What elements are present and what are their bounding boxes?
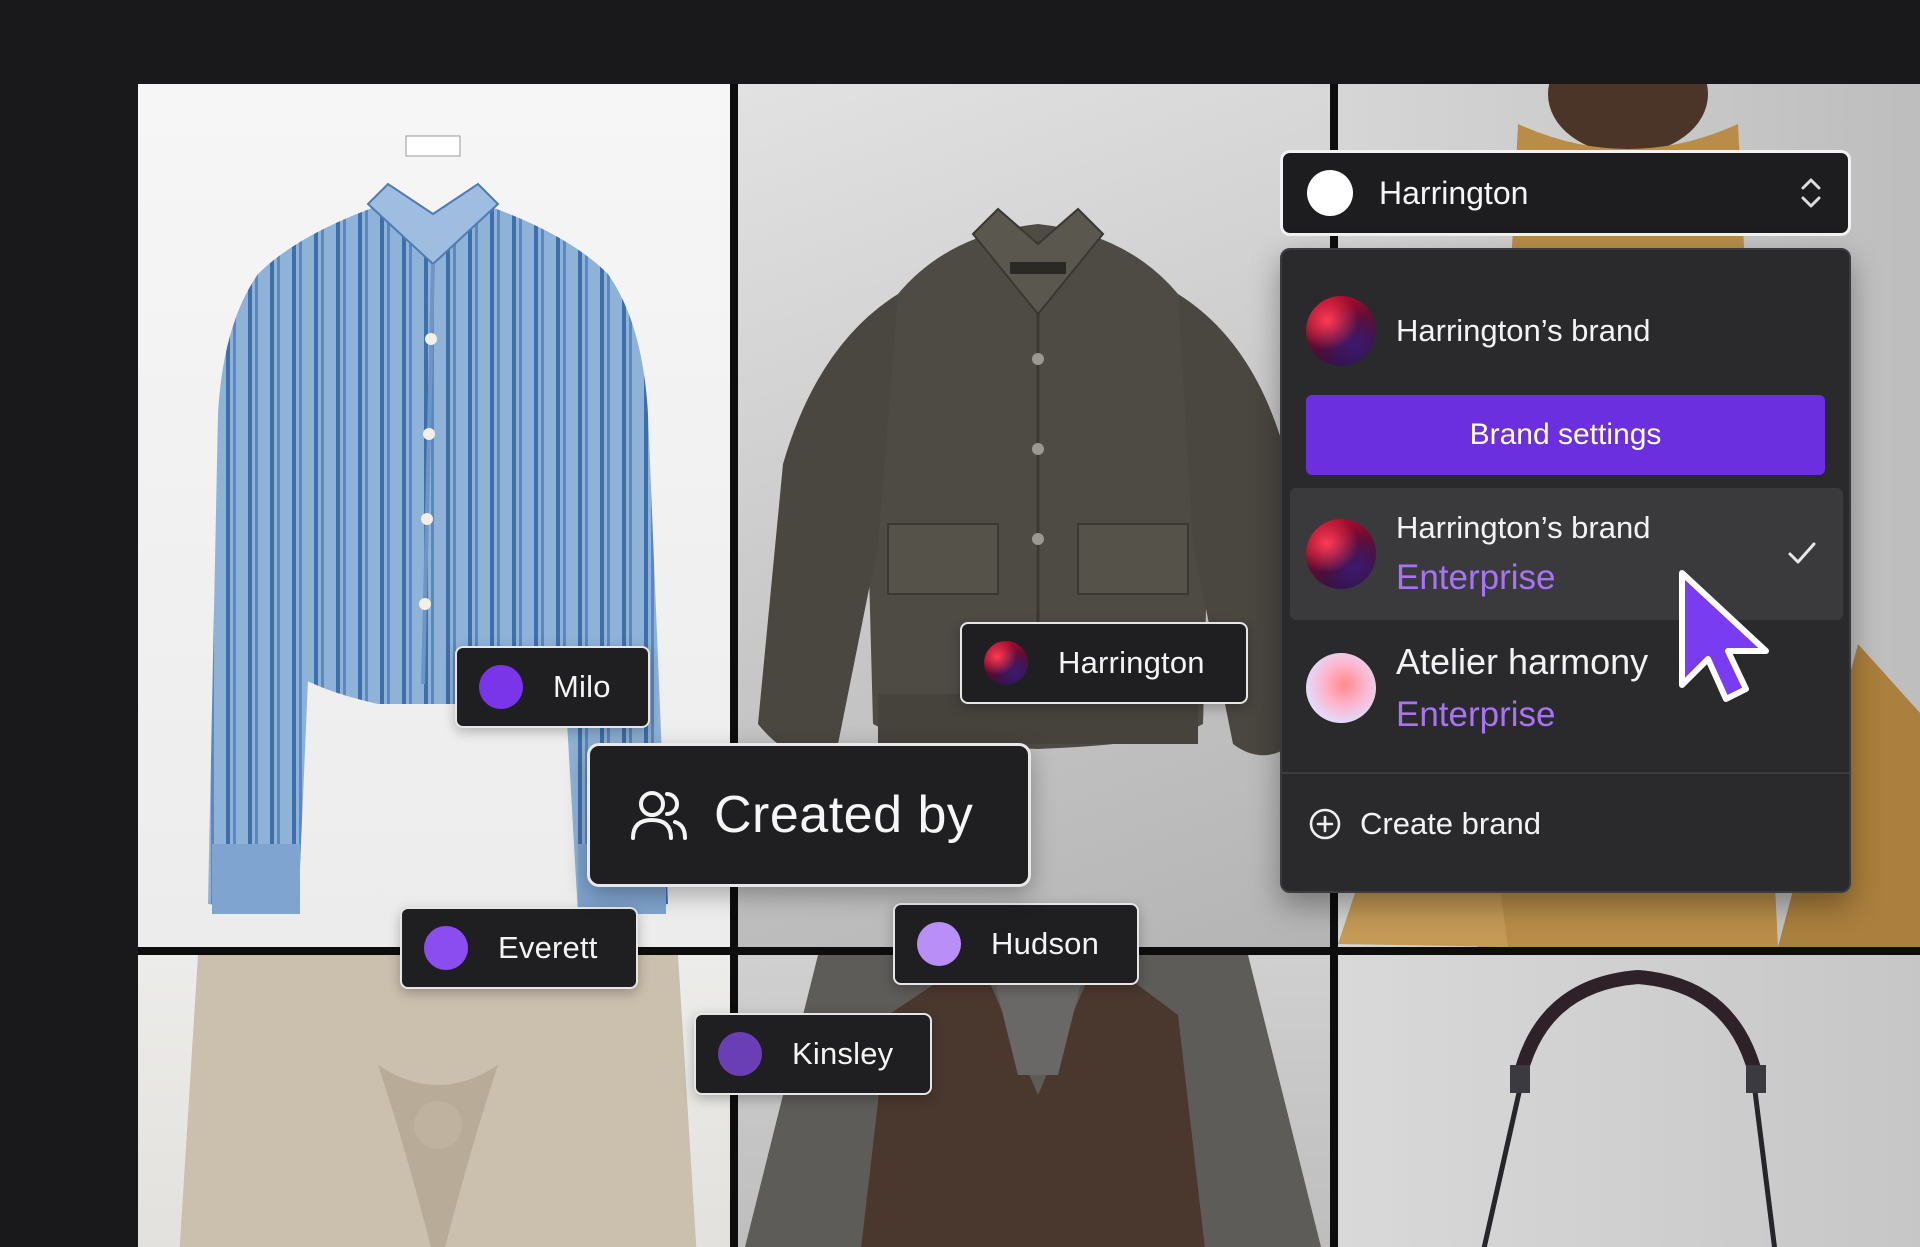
user-tag-harrington[interactable]: Harrington [960, 622, 1248, 704]
created-by-filter[interactable]: Created by [587, 743, 1031, 887]
brand-selector[interactable]: Harrington [1280, 150, 1851, 236]
product-image-brown-dress[interactable] [738, 955, 1330, 1247]
user-avatar-dot [917, 922, 961, 966]
brand-settings-button[interactable]: Brand settings [1306, 395, 1825, 475]
created-by-label: Created by [714, 786, 974, 844]
brand-option-plan: Enterprise [1396, 695, 1556, 734]
brand-option-name: Harrington’s brand [1396, 510, 1651, 545]
menu-divider [1282, 772, 1849, 774]
brand-color-dot [1307, 170, 1353, 216]
brand-avatar [1306, 653, 1376, 723]
user-tag-name: Milo [553, 669, 611, 704]
user-tag-name: Kinsley [792, 1036, 894, 1071]
current-brand-header: Harrington’s brand [1306, 296, 1650, 366]
product-image-beige-knit[interactable] [138, 955, 730, 1247]
brand-selector-value: Harrington [1379, 174, 1529, 211]
user-tag-name: Everett [498, 930, 598, 965]
brand-option-plan: Enterprise [1396, 558, 1556, 597]
knit-top-illustration [179, 955, 697, 1247]
user-tag-name: Hudson [991, 926, 1100, 961]
bag-illustration [1481, 969, 1778, 1247]
user-avatar-dot [479, 665, 523, 709]
user-tag-name: Harrington [1058, 645, 1205, 680]
users-icon [631, 791, 687, 840]
check-icon [1788, 542, 1816, 564]
product-image-leather-bag[interactable] [1338, 955, 1920, 1247]
user-tag-hudson[interactable]: Hudson [893, 903, 1139, 985]
user-tag-kinsley[interactable]: Kinsley [694, 1013, 932, 1095]
brand-option-name: Atelier harmony [1396, 641, 1649, 682]
user-tag-milo[interactable]: Milo [455, 646, 650, 728]
dress-illustration [745, 955, 1321, 1247]
user-tag-everett[interactable]: Everett [400, 907, 638, 989]
plus-circle-icon [1309, 808, 1341, 840]
mouse-cursor-icon [1679, 570, 1769, 702]
user-avatar-dot [424, 926, 468, 970]
chevron-up-down-icon [1801, 178, 1821, 208]
user-avatar-dot [718, 1032, 762, 1076]
brand-avatar [1306, 519, 1376, 589]
create-brand-label: Create brand [1360, 806, 1541, 841]
current-brand-title: Harrington’s brand [1396, 313, 1651, 348]
brand-avatar [1306, 296, 1376, 366]
create-brand-item[interactable]: Create brand [1308, 806, 1541, 842]
brand-avatar [984, 641, 1028, 685]
